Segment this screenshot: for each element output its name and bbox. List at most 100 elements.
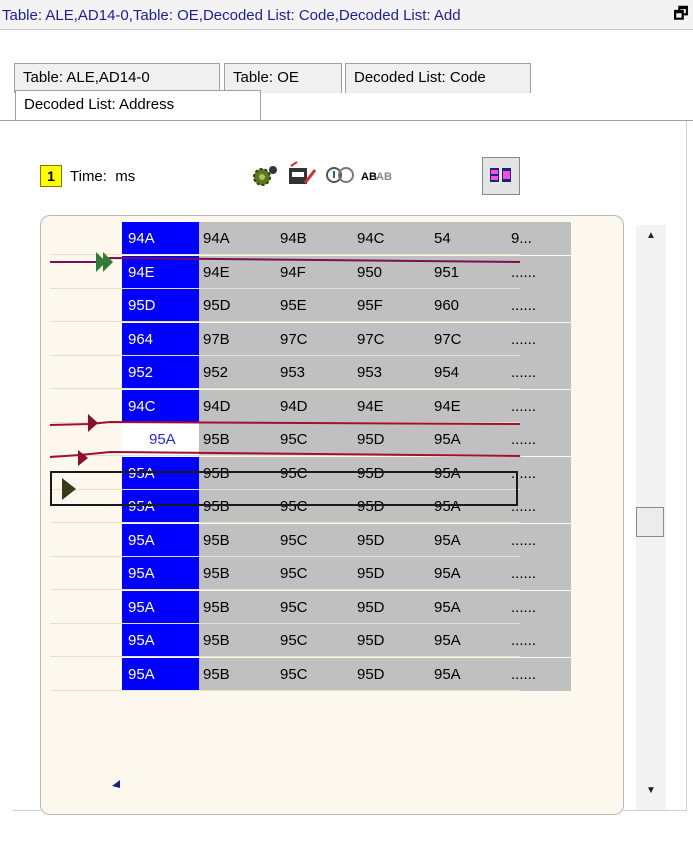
value-cell[interactable]: 95D [353,523,430,557]
value-cell[interactable]: 97C [430,322,507,356]
address-cell[interactable]: 94A [122,222,199,255]
value-cell[interactable]: 95A [430,590,507,624]
address-cell[interactable]: 95A [122,423,199,456]
value-cell[interactable]: 95E [276,289,353,322]
row-marker-area [50,356,122,389]
scroll-up-arrow-icon[interactable]: ▲ [636,230,666,250]
value-cell[interactable]: 95A [430,423,507,456]
value-cell[interactable]: 95A [430,657,507,691]
filter-icon[interactable] [283,158,321,192]
address-cell[interactable]: 95A [122,557,199,590]
value-cell[interactable]: 95B [199,624,276,657]
scroll-down-arrow-icon[interactable]: ▼ [636,785,666,805]
value-cell[interactable]: 95A [430,557,507,590]
address-cell[interactable]: 95A [122,523,199,557]
value-cell[interactable]: 95D [353,657,430,691]
table-row[interactable]: 964 97B 97C 97C 97C...... [50,322,571,356]
value-cell[interactable]: 960 [430,289,507,322]
value-cell[interactable]: 950 [353,255,430,289]
table-row[interactable]: 95A 95B 95C 95D 95A...... [50,557,571,590]
address-cell[interactable]: 95A [122,590,199,624]
address-cell[interactable]: 952 [122,356,199,389]
table-row[interactable]: 95A 95B 95C 95D 95A...... [50,657,571,691]
table-row[interactable]: 95A 95B 95C 95D 95A...... [50,423,571,456]
table-row[interactable]: 952 952 953 953 954...... [50,356,571,389]
value-cell[interactable]: 95C [276,657,353,691]
address-cell[interactable]: 95D [122,289,199,322]
value-cell[interactable]: 94E [353,389,430,423]
ab-text-icon[interactable]: AB AB [358,158,396,192]
value-cell[interactable]: 952 [199,356,276,389]
address-cell[interactable]: 94C [122,389,199,423]
table-row[interactable]: 95D 95D 95E 95F 960...... [50,289,571,322]
gear-icon[interactable] [245,158,283,192]
value-cell[interactable]: 954 [430,356,507,389]
address-cell[interactable]: 95A [122,624,199,657]
table-row[interactable]: 95A 95B 95C 95D 95A...... [50,624,571,657]
restore-window-icon[interactable]: 🗗 [671,5,691,25]
value-cell[interactable]: 95D [353,624,430,657]
value-cell[interactable]: 953 [276,356,353,389]
value-cell[interactable]: 95B [199,523,276,557]
value-cell[interactable]: 95D [353,557,430,590]
value-cell[interactable]: 94D [199,389,276,423]
value-cell[interactable]: ...... [507,590,571,624]
value-cell[interactable]: 94E [430,389,507,423]
table-row[interactable]: 94A 94A 94B 94C 54 9... [50,222,571,255]
tab-table-oe[interactable]: Table: OE [224,63,342,93]
value-cell[interactable]: 94A [199,222,276,255]
table-row[interactable]: 94E 94E 94F 950 951...... [50,255,571,289]
value-cell[interactable]: 95F [353,289,430,322]
value-cell[interactable]: 9... [507,222,571,255]
value-cell[interactable]: ...... [507,389,571,423]
value-cell[interactable]: 95B [199,590,276,624]
value-cell[interactable]: 97C [353,322,430,356]
address-cell[interactable]: 964 [122,322,199,356]
value-cell[interactable]: 94B [276,222,353,255]
value-cell[interactable]: 95D [199,289,276,322]
value-cell[interactable]: 95C [276,624,353,657]
value-cell[interactable]: ...... [507,557,571,590]
value-cell[interactable]: 94E [199,255,276,289]
value-cell[interactable]: 95D [353,423,430,456]
value-cell[interactable]: 95B [199,557,276,590]
value-cell[interactable]: 953 [353,356,430,389]
tab-decoded-list-address[interactable]: Decoded List: Address [15,90,261,122]
value-cell[interactable]: 951 [430,255,507,289]
table-row[interactable]: 94C 94D 94D 94E 94E...... [50,389,571,423]
value-cell[interactable]: ...... [507,255,571,289]
value-cell[interactable]: ...... [507,624,571,657]
value-cell[interactable]: 95A [430,523,507,557]
value-cell[interactable]: 95D [353,590,430,624]
table-row[interactable]: 95A 95B 95C 95D 95A...... [50,590,571,624]
split-view-icon[interactable] [482,157,520,195]
address-cell[interactable]: 94E [122,255,199,289]
value-cell[interactable]: 94C [353,222,430,255]
value-cell[interactable]: 95C [276,557,353,590]
value-cell[interactable]: ...... [507,523,571,557]
search-icon[interactable] [322,158,360,192]
cursor-number-badge[interactable]: 1 [40,165,62,187]
value-cell[interactable]: 95C [276,590,353,624]
address-cell[interactable]: 95A [122,657,199,691]
scroll-thumb[interactable] [636,507,664,537]
value-cell[interactable]: ...... [507,657,571,691]
value-cell[interactable]: 95A [430,624,507,657]
value-cell[interactable]: 94D [276,389,353,423]
tab-decoded-list-code[interactable]: Decoded List: Code [345,63,531,93]
vertical-scrollbar[interactable]: ▲ ▼ [636,225,666,810]
value-cell[interactable]: 95C [276,523,353,557]
value-cell[interactable]: ...... [507,356,571,389]
value-cell[interactable]: 54 [430,222,507,255]
value-cell[interactable]: 95C [276,423,353,456]
value-cell[interactable]: ...... [507,289,571,322]
value-cell[interactable]: ...... [507,423,571,456]
value-cell[interactable]: 97B [199,322,276,356]
tab-table-ale[interactable]: Table: ALE,AD14-0 [14,63,220,93]
value-cell[interactable]: 95B [199,657,276,691]
value-cell[interactable]: 97C [276,322,353,356]
value-cell[interactable]: ...... [507,322,571,356]
value-cell[interactable]: 94F [276,255,353,289]
table-row[interactable]: 95A 95B 95C 95D 95A...... [50,523,571,557]
value-cell[interactable]: 95B [199,423,276,456]
